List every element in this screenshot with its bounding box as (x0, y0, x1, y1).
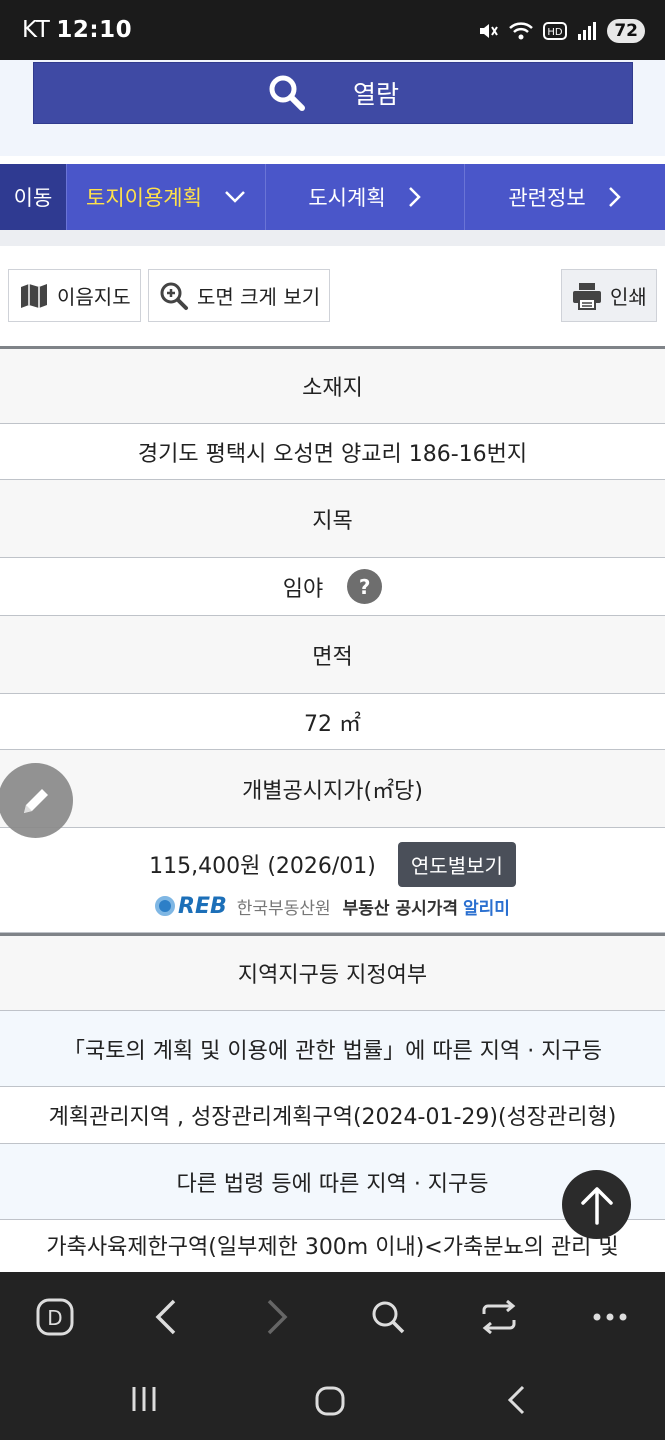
nav-city-plan-label: 도시계획 (308, 186, 386, 210)
search-area: 열람 (0, 60, 665, 156)
chevron-down-icon (225, 191, 245, 203)
divider (0, 230, 665, 246)
map-button[interactable]: 이음지도 (8, 269, 141, 322)
wifi-icon (509, 22, 534, 40)
nav-move-label: 이동 (13, 186, 53, 210)
nav-related-info-label: 관련정보 (508, 186, 586, 210)
swap-icon (482, 1300, 516, 1334)
toolbar: 이음지도 도면 크게 보기 인쇄 (0, 246, 665, 346)
zone-value-other: 가축사육제한구역(일부제한 300m 이내)<가축분뇨의 관리 및 (0, 1220, 665, 1270)
area-value-text: 72 ㎡ (304, 711, 361, 737)
search-icon (372, 1301, 405, 1334)
land-category-header-text: 지목 (312, 508, 353, 534)
nav-move[interactable]: 이동 (0, 164, 67, 230)
d-logo-icon: D (36, 1298, 74, 1336)
reb-org-name: 한국부동산원 (236, 898, 331, 919)
location-value: 경기도 평택시 오성면 양교리 186-16번지 (0, 424, 665, 480)
zone-sub-header-national-text: 「국토의 계획 및 이용에 관한 법률」에 따른 지역 · 지구등 (63, 1038, 602, 1064)
system-nav-bar (0, 1362, 665, 1440)
enlarge-map-label: 도면 크게 보기 (197, 285, 321, 309)
switch-tabs-button[interactable] (469, 1287, 529, 1347)
nav-land-use-plan-label: 토지이용계획 (86, 186, 202, 210)
search-icon (269, 75, 305, 111)
battery-indicator: 72 (607, 19, 645, 43)
svg-text:D: D (48, 1306, 63, 1330)
more-menu-button[interactable] (580, 1287, 640, 1347)
scroll-top-button[interactable] (562, 1170, 631, 1239)
enlarge-map-button[interactable]: 도면 크게 보기 (148, 269, 330, 322)
printer-icon (573, 282, 601, 310)
recents-icon[interactable] (130, 1384, 158, 1414)
chevron-right-icon (408, 187, 421, 207)
map-button-label: 이음지도 (57, 285, 131, 309)
home-icon[interactable] (315, 1386, 345, 1416)
browser-search-button[interactable] (358, 1287, 418, 1347)
nav-city-plan[interactable]: 도시계획 (266, 164, 465, 230)
browser-home-button[interactable]: D (25, 1287, 85, 1347)
pencil-icon (23, 788, 48, 813)
land-info-table: 소재지 경기도 평택시 오성면 양교리 186-16번지 지목 임야 ? 면적 … (0, 346, 665, 1270)
nav-related-info[interactable]: 관련정보 (465, 164, 665, 230)
status-carrier-time: KT 12:10 (22, 17, 132, 43)
price-line: 115,400원 (2026/01) 연도별보기 (149, 841, 516, 887)
view-button[interactable]: 열람 (33, 62, 633, 124)
chevron-right-icon (608, 187, 621, 207)
mute-icon (480, 24, 499, 38)
back-button[interactable] (136, 1287, 196, 1347)
reb-logo: REB (155, 894, 227, 919)
forward-button[interactable] (247, 1287, 307, 1347)
zoom-in-icon (160, 282, 188, 310)
zone-sub-header-national: 「국토의 계획 및 이용에 관한 법률」에 따른 지역 · 지구등 (0, 1011, 665, 1087)
location-header: 소재지 (0, 346, 665, 424)
edit-floating-button[interactable] (0, 763, 73, 838)
carrier-label: KT (22, 17, 51, 43)
zone-header: 지역지구등 지정여부 (0, 933, 665, 1011)
category-nav: 이동 토지이용계획 도시계획 관련정보 (0, 164, 665, 230)
zone-sub-header-other-text: 다른 법령 등에 따른 지역 · 지구등 (176, 1171, 489, 1197)
signal-icon (578, 22, 597, 40)
chevron-left-icon (155, 1299, 176, 1335)
back-icon[interactable] (505, 1384, 527, 1416)
print-button[interactable]: 인쇄 (561, 269, 657, 322)
status-icons: HD 72 (477, 18, 645, 44)
reb-logo-icon (155, 896, 176, 916)
nav-land-use-plan[interactable]: 토지이용계획 (67, 164, 266, 230)
price-header-text: 개별공시지가(㎡당) (242, 778, 423, 804)
chevron-right-icon (267, 1299, 288, 1335)
clock: 12:10 (56, 17, 133, 43)
land-category-value-text: 임야 (282, 576, 324, 602)
price-header: 개별공시지가(㎡당) (0, 750, 665, 828)
price-value-text: 115,400원 (2026/01) (149, 854, 376, 879)
print-button-label: 인쇄 (610, 285, 647, 309)
reb-logo-text: REB (178, 893, 227, 919)
svg-text:HD: HD (548, 27, 564, 38)
status-bar: KT 12:10 HD 72 (0, 0, 665, 60)
price-value: 115,400원 (2026/01) 연도별보기 REB 한국부동산원 부동산 … (0, 828, 665, 933)
land-category-header: 지목 (0, 480, 665, 558)
yearly-view-button[interactable]: 연도별보기 (397, 841, 516, 887)
zone-header-text: 지역지구등 지정여부 (237, 963, 428, 988)
zone-value-national-text: 계획관리지역 , 성장관리계획구역(2024-01-29)(성장관리형) (48, 1105, 617, 1130)
map-icon (21, 283, 47, 308)
area-header-text: 면적 (312, 644, 353, 670)
view-button-label: 열람 (352, 80, 399, 109)
reb-banner-link[interactable]: REB 한국부동산원 부동산 공시가격 알리미 (155, 894, 510, 919)
more-dots-icon (593, 1313, 627, 1321)
help-icon[interactable]: ? (347, 569, 383, 604)
location-header-text: 소재지 (302, 376, 363, 401)
zone-value-other-text: 가축사육제한구역(일부제한 300m 이내)<가축분뇨의 관리 및 (46, 1235, 619, 1260)
arrow-up-icon (580, 1186, 613, 1225)
area-value: 72 ㎡ (0, 694, 665, 750)
reb-service-name-accent: 알리미 (463, 898, 510, 919)
zone-value-national: 계획관리지역 , 성장관리계획구역(2024-01-29)(성장관리형) (0, 1087, 665, 1144)
land-category-value: 임야 ? (0, 558, 665, 616)
browser-toolbar: D (0, 1272, 665, 1362)
area-header: 면적 (0, 616, 665, 694)
hd-icon: HD (543, 22, 568, 40)
reb-service-name: 부동산 공시가격 (342, 898, 459, 919)
location-value-text: 경기도 평택시 오성면 양교리 186-16번지 (137, 441, 528, 467)
